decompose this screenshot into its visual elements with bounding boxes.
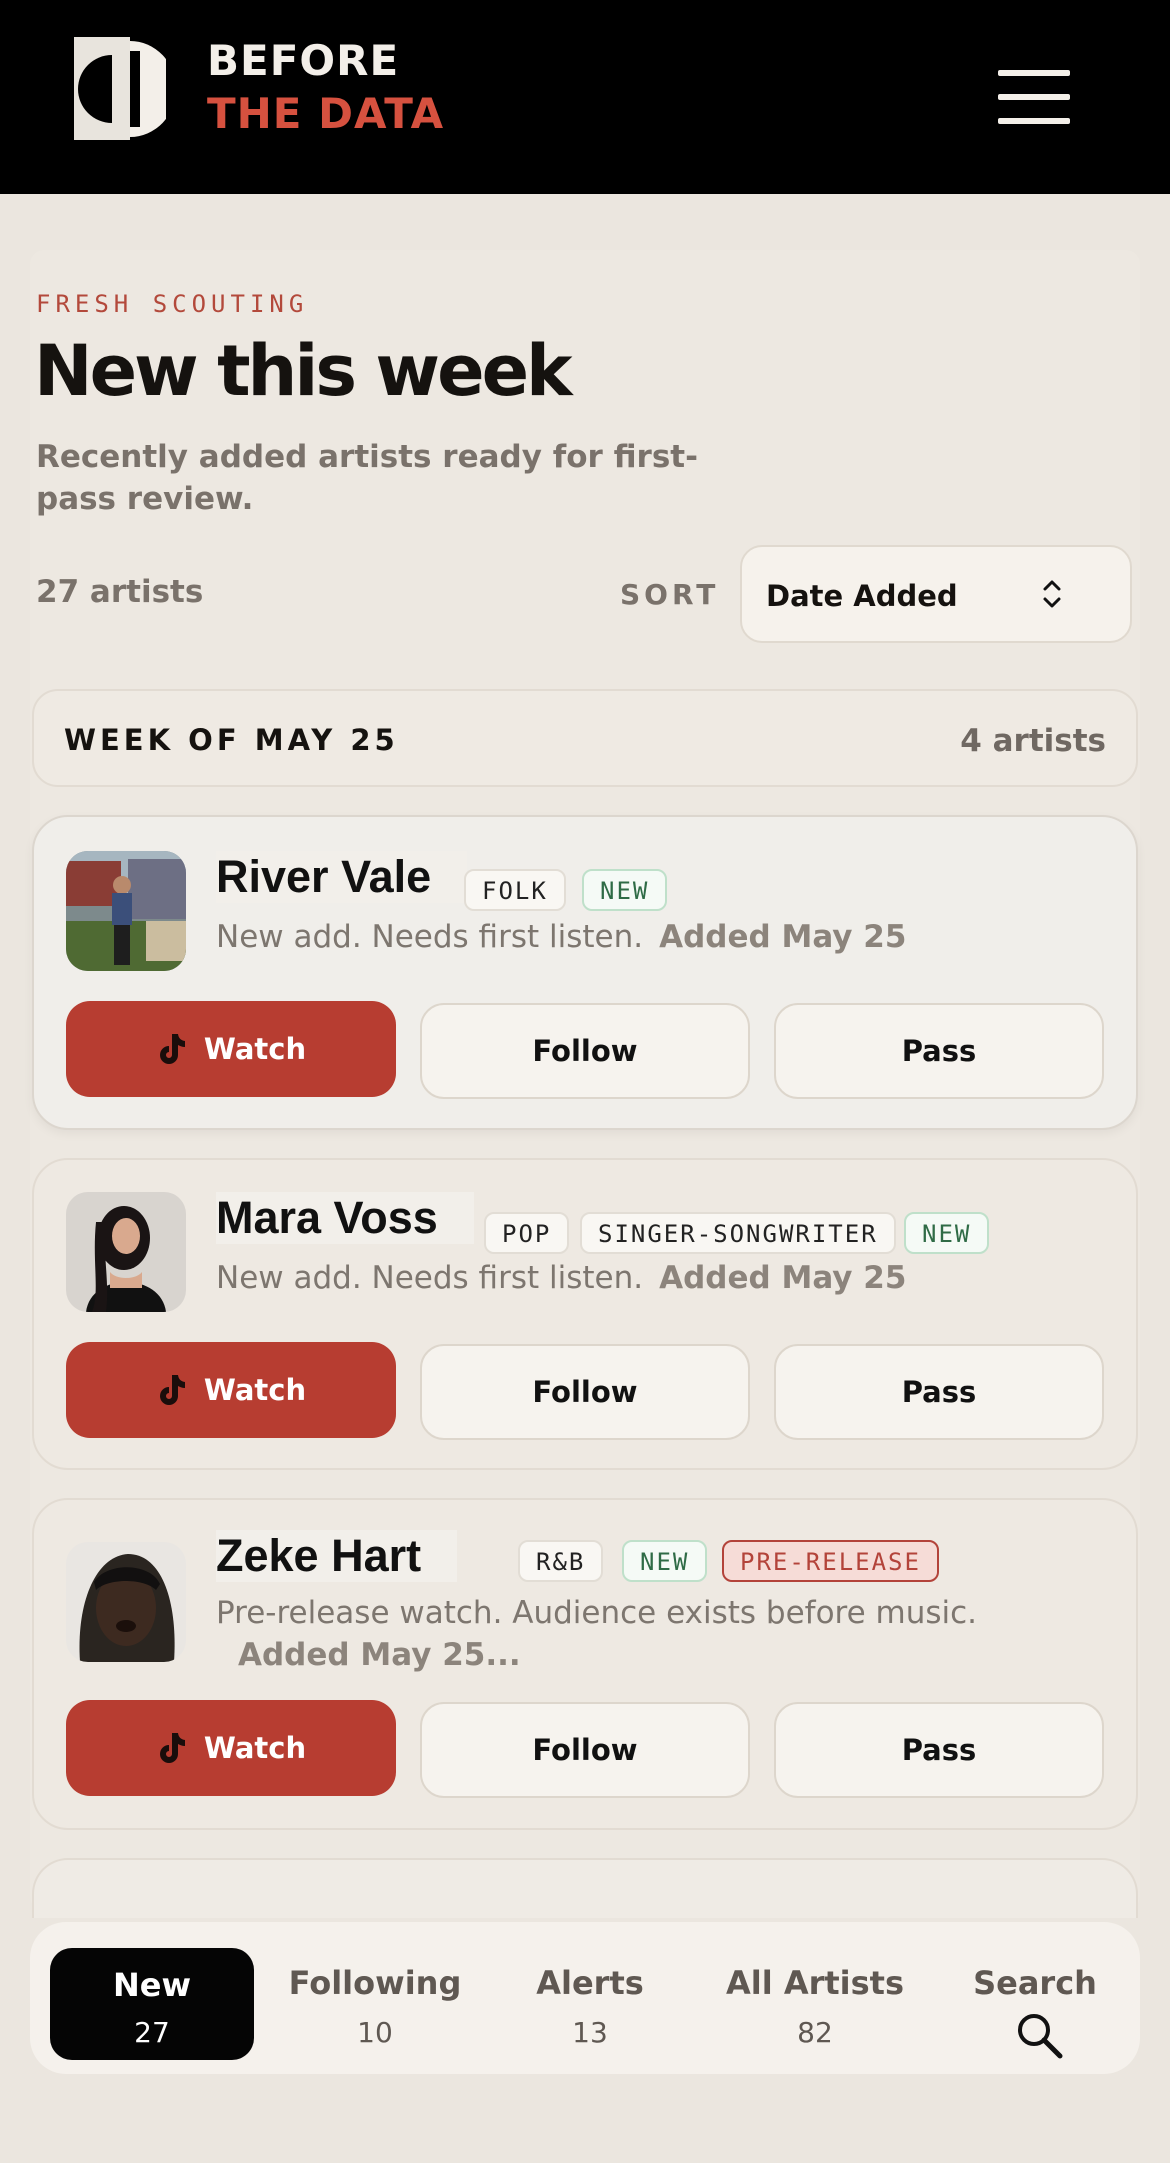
logo-icon[interactable]: [74, 37, 166, 140]
description-text: New add. Needs first listen.: [216, 1260, 644, 1296]
artist-description: New add. Needs first listen. Added May 25: [216, 1260, 906, 1296]
follow-label: Follow: [532, 1034, 638, 1068]
page-subtitle: Recently added artists ready for first-p…: [36, 439, 698, 517]
nav-tab-search[interactable]: Search: [950, 1922, 1120, 2074]
watch-label: Watch: [203, 1032, 307, 1066]
artist-name[interactable]: Mara Voss: [216, 1192, 474, 1244]
nav-tab-label: Alerts: [536, 1964, 644, 2002]
hamburger-menu-icon[interactable]: [990, 60, 1080, 132]
pass-label: Pass: [901, 1375, 977, 1409]
brand-name-line1: BEFORE: [207, 36, 400, 85]
page-title: New this week: [34, 330, 573, 412]
new-tag: NEW: [904, 1212, 990, 1254]
nav-tab-count: 13: [572, 2016, 608, 2049]
artist-card[interactable]: River Vale FOLK NEW New add. Needs first…: [32, 815, 1138, 1130]
nav-tab-following[interactable]: Following 10: [280, 1922, 470, 2074]
nav-tab-all-artists[interactable]: All Artists 82: [700, 1922, 930, 2074]
avatar[interactable]: [66, 1542, 186, 1662]
nav-tab-count: 27: [134, 2016, 170, 2049]
avatar[interactable]: [66, 851, 186, 971]
added-date: Added May 25: [659, 919, 907, 955]
follow-label: Follow: [532, 1733, 638, 1767]
watch-label: Watch: [203, 1373, 307, 1407]
pass-label: Pass: [901, 1034, 977, 1068]
nav-tab-label: Search: [973, 1964, 1097, 2002]
section-eyebrow: FRESH SCOUTING: [36, 290, 309, 318]
pass-label: Pass: [901, 1733, 977, 1767]
search-icon: [1018, 2014, 1063, 2059]
follow-button[interactable]: Follow: [420, 1702, 750, 1798]
pass-button[interactable]: Pass: [774, 1003, 1104, 1099]
nav-tab-count: 10: [357, 2016, 393, 2049]
nav-tab-label: Following: [288, 1964, 462, 2002]
artist-description: New add. Needs first listen. Added May 25: [216, 919, 906, 955]
pass-button[interactable]: Pass: [774, 1702, 1104, 1798]
sort-select[interactable]: Date Added: [740, 545, 1132, 643]
brand-name-line2: THE DATA: [207, 89, 445, 138]
new-tag: NEW: [622, 1540, 708, 1582]
description-text: New add. Needs first listen.: [216, 919, 644, 955]
watch-button[interactable]: Watch: [66, 1001, 396, 1097]
artist-count: 27 artists: [36, 574, 204, 610]
follow-button[interactable]: Follow: [420, 1003, 750, 1099]
avatar[interactable]: [66, 1192, 186, 1312]
pre-release-tag: PRE-RELEASE: [722, 1540, 939, 1582]
bottom-navigation: New 27 Following 10 Alerts 13 All Artist…: [30, 1922, 1140, 2074]
artist-description: Pre-release watch. Audience exists befor…: [216, 1592, 1076, 1676]
added-date: Added May 25: [659, 1260, 907, 1296]
artist-card[interactable]: Zeke Hart R&B NEW PRE-RELEASE Pre-releas…: [32, 1498, 1138, 1830]
follow-label: Follow: [532, 1375, 638, 1409]
nav-tab-alerts[interactable]: Alerts 13: [510, 1922, 670, 2074]
nav-tab-label: All Artists: [725, 1964, 905, 2002]
nav-tab-new[interactable]: New 27: [50, 1948, 254, 2060]
tiktok-icon: [159, 1034, 185, 1064]
sort-label: SORT: [620, 578, 720, 611]
watch-button[interactable]: Watch: [66, 1700, 396, 1796]
tiktok-icon: [159, 1375, 185, 1405]
new-tag: NEW: [582, 869, 668, 911]
artist-card[interactable]: Mara Voss POP SINGER-SONGWRITER NEW New …: [32, 1158, 1138, 1470]
watch-button[interactable]: Watch: [66, 1342, 396, 1438]
added-date: Added May 25...: [238, 1637, 521, 1673]
pass-button[interactable]: Pass: [774, 1344, 1104, 1440]
artist-card-partial[interactable]: [32, 1858, 1138, 1918]
genre-tag: FOLK: [464, 869, 566, 911]
genre-tag: POP: [484, 1212, 570, 1254]
tiktok-icon: [159, 1733, 185, 1763]
week-label: WEEK OF MAY 25: [64, 723, 399, 757]
genre-tag: R&B: [518, 1540, 604, 1582]
nav-tab-count: 82: [797, 2016, 833, 2049]
artist-name[interactable]: Zeke Hart: [216, 1530, 458, 1582]
follow-button[interactable]: Follow: [420, 1344, 750, 1440]
artist-name[interactable]: River Vale: [216, 851, 468, 903]
week-artist-count: 4 artists: [960, 723, 1106, 759]
week-group-header[interactable]: WEEK OF MAY 25 4 artists: [32, 689, 1138, 787]
genre-tag: SINGER-SONGWRITER: [580, 1212, 896, 1254]
description-text: Pre-release watch. Audience exists befor…: [216, 1595, 978, 1631]
top-bar: BEFORE THE DATA: [0, 0, 1170, 194]
nav-tab-label: New: [112, 1966, 192, 2004]
sort-select-value: Date Added: [766, 579, 958, 613]
watch-label: Watch: [203, 1731, 307, 1765]
chevron-up-down-icon: [1043, 580, 1061, 608]
